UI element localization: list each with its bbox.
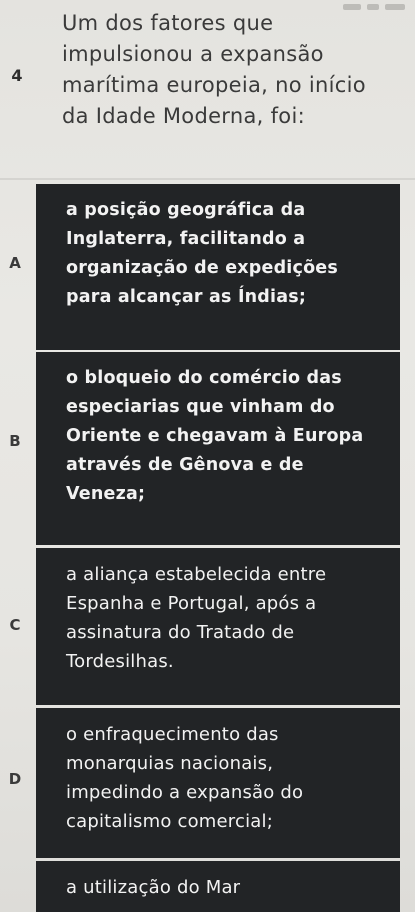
option-text-line: capitalismo comercial;	[66, 811, 274, 832]
option-letter: C	[9, 616, 21, 634]
option-a[interactable]: A a posição geográfica da Inglaterra, fa…	[0, 184, 415, 350]
question-number: 4	[11, 66, 23, 85]
option-text-line: a utilização do Mar	[66, 877, 241, 898]
option-card[interactable]: a posição geográfica da Inglaterra, faci…	[36, 184, 400, 350]
option-text: a posição geográfica da Inglaterra, faci…	[66, 196, 390, 312]
option-text-line: para alcançar as Índias;	[66, 287, 307, 307]
option-text-line: Oriente e chegavam à Europa	[66, 426, 364, 446]
option-text-line: o enfraquecimento das	[66, 724, 279, 745]
option-text: a utilização do Mar	[66, 873, 390, 902]
option-text-line: Inglaterra, facilitando a	[66, 229, 306, 249]
question-text-line: impulsionou a expansão	[62, 42, 324, 66]
option-text-line: Espanha e Portugal, após a	[66, 593, 317, 614]
option-card[interactable]: a utilização do Mar	[36, 861, 400, 912]
option-text: a aliança estabelecida entre Espanha e P…	[66, 560, 390, 676]
option-d[interactable]: D o enfraquecimento das monarquias nacio…	[0, 708, 415, 858]
question: 4 Um dos fatores que impulsionou a expan…	[0, 0, 415, 176]
option-text-line: assinatura do Tratado de	[66, 622, 295, 643]
question-text-line: da Idade Moderna, foi:	[62, 104, 305, 128]
option-card[interactable]: o bloqueio do comércio das especiarias q…	[36, 352, 400, 545]
option-text-line: através de Gênova e de	[66, 455, 304, 475]
option-text-line: impedindo a expansão do	[66, 782, 304, 803]
question-text: Um dos fatores que impulsionou a expansã…	[62, 8, 392, 132]
option-b[interactable]: B o bloqueio do comércio das especiarias…	[0, 352, 415, 545]
option-letter: D	[8, 770, 22, 788]
option-text-line: a aliança estabelecida entre	[66, 564, 327, 585]
option-c[interactable]: C a aliança estabelecida entre Espanha e…	[0, 548, 415, 705]
option-text-line: Tordesilhas.	[66, 651, 174, 672]
option-e[interactable]: a utilização do Mar	[0, 861, 415, 912]
option-text-line: o bloqueio do comércio das	[66, 368, 342, 388]
question-text-line: marítima europeia, no início	[62, 73, 366, 97]
divider	[0, 178, 415, 180]
option-card[interactable]: o enfraquecimento das monarquias naciona…	[36, 708, 400, 858]
option-text-line: Veneza;	[66, 484, 146, 504]
option-text-line: monarquias nacionais,	[66, 753, 274, 774]
option-text: o bloqueio do comércio das especiarias q…	[66, 364, 390, 509]
option-letter: B	[9, 432, 21, 450]
option-text-line: especiarias que vinham do	[66, 397, 335, 417]
option-card[interactable]: a aliança estabelecida entre Espanha e P…	[36, 548, 400, 705]
option-text-line: organização de expedições	[66, 258, 338, 278]
option-letter: A	[9, 254, 21, 272]
option-text: o enfraquecimento das monarquias naciona…	[66, 720, 390, 836]
option-text-line: a posição geográfica da	[66, 200, 306, 220]
question-text-line: Um dos fatores que	[62, 11, 274, 35]
